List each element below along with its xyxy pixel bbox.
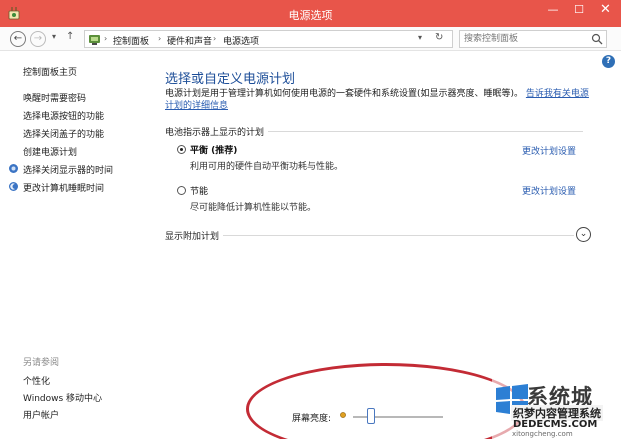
recent-locations-button[interactable]: ▾ <box>52 32 56 41</box>
sidebar-item-create-plan[interactable]: 创建电源计划 <box>23 145 77 158</box>
expand-chevron-icon[interactable]: ⌄ <box>576 227 591 242</box>
see-also-personalization[interactable]: 个性化 <box>23 374 50 387</box>
maximize-button[interactable]: ☐ <box>566 0 592 20</box>
sidebar-item-sleep-time[interactable]: 更改计算机睡眠时间 <box>23 181 104 194</box>
breadcrumb-separator[interactable]: › <box>158 34 161 43</box>
brightness-label: 屏幕亮度: <box>292 414 332 424</box>
breadcrumb-power-options[interactable]: 电源选项 <box>223 34 259 47</box>
description-text: 电源计划是用于管理计算机如何使用电源的一套硬件和系统设置(如显示器亮度、睡眠等)… <box>165 89 524 99</box>
sidebar-item-require-password[interactable]: 唤醒时需要密码 <box>23 91 86 104</box>
control-panel-icon <box>89 35 100 45</box>
sidebar-item-control-panel-home[interactable]: 控制面板主页 <box>23 65 77 78</box>
sleep-icon <box>9 182 18 191</box>
change-power-saver-settings-link[interactable]: 更改计划设置 <box>522 184 576 197</box>
search-icon[interactable] <box>591 33 603 45</box>
see-also-heading: 另请参阅 <box>23 358 60 368</box>
watermark-url-secondary: xitongcheng.com <box>512 430 573 438</box>
back-button[interactable]: ← <box>10 31 26 47</box>
forward-button[interactable]: → <box>30 31 46 47</box>
plan-power-saver-description: 尽可能降低计算机性能以节能。 <box>190 203 317 213</box>
plan-power-saver-name[interactable]: 节能 <box>190 184 208 197</box>
section-divider <box>165 235 574 236</box>
page-description: 电源计划是用于管理计算机如何使用电源的一套硬件和系统设置(如显示器亮度、睡眠等)… <box>165 88 595 112</box>
window-title: 电源选项 <box>288 9 333 22</box>
minimize-button[interactable]: — <box>540 0 566 20</box>
brightness-sun-icon <box>340 412 346 418</box>
refresh-icon[interactable]: ↻ <box>435 32 443 43</box>
help-icon[interactable]: ? <box>602 55 615 68</box>
brightness-slider-thumb[interactable] <box>367 408 375 424</box>
plan-balanced-name[interactable]: 平衡 (推荐) <box>190 143 237 156</box>
show-additional-plans[interactable]: 显示附加计划 <box>165 229 224 242</box>
search-input[interactable] <box>464 33 584 45</box>
breadcrumb-hardware-sound[interactable]: 硬件和声音 <box>167 34 212 47</box>
breadcrumb-separator: › <box>104 34 108 43</box>
search-box[interactable] <box>459 30 607 48</box>
sidebar-item-power-button[interactable]: 选择电源按钮的功能 <box>23 109 104 122</box>
address-bar[interactable]: › 控制面板 › 硬件和声音 › 电源选项 ▾ ↻ <box>84 30 453 48</box>
plan-balanced-description: 利用可用的硬件自动平衡功耗与性能。 <box>190 162 344 172</box>
page-title: 选择或自定义电源计划 <box>165 72 296 87</box>
navigation-bar: ← → ▾ ↑ › 控制面板 › 硬件和声音 › 电源选项 ▾ ↻ <box>0 27 621 51</box>
watermark-url: DEDECMS.COM <box>513 419 598 430</box>
see-also-user-accounts[interactable]: 用户帐户 <box>23 408 59 421</box>
annotation-ellipse <box>246 363 526 439</box>
breadcrumb-control-panel[interactable]: 控制面板 <box>113 34 149 47</box>
change-balanced-settings-link[interactable]: 更改计划设置 <box>522 144 576 157</box>
display-icon <box>9 164 18 173</box>
address-history-button[interactable]: ▾ <box>418 33 422 42</box>
title-bar[interactable]: 电源选项 — ☐ ✕ <box>0 0 621 27</box>
sidebar-item-lid-close[interactable]: 选择关闭盖子的功能 <box>23 127 104 140</box>
plan-balanced-radio[interactable] <box>177 145 186 154</box>
plan-power-saver-radio[interactable] <box>177 186 186 195</box>
breadcrumb-separator[interactable]: › <box>213 34 216 43</box>
close-button[interactable]: ✕ <box>590 0 621 20</box>
up-button[interactable]: ↑ <box>66 31 74 42</box>
see-also-mobility-center[interactable]: Windows 移动中心 <box>23 391 102 404</box>
battery-section-heading: 电池指示器上显示的计划 <box>165 125 269 138</box>
sidebar-item-display-off[interactable]: 选择关闭显示器的时间 <box>23 163 113 176</box>
